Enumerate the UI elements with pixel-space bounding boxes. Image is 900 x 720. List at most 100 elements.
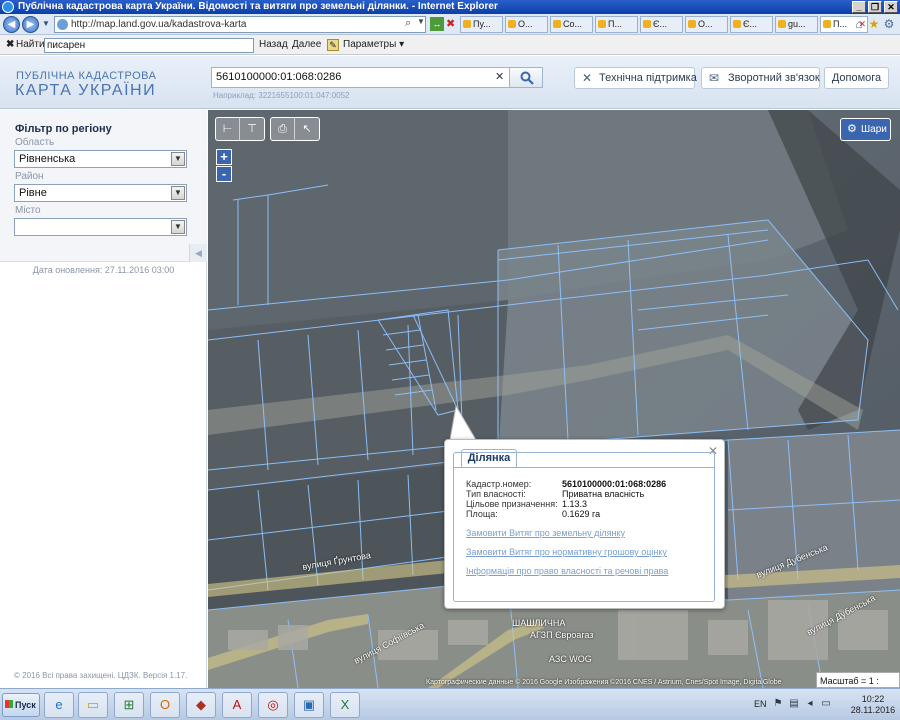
oblast-select[interactable]: Рівненська ▼ xyxy=(14,150,187,168)
order-valuation-extract-link[interactable]: Замовити Витяг про нормативну грошову оц… xyxy=(466,547,667,557)
ownership-info-link[interactable]: Інформація про право власності та речові… xyxy=(466,566,668,576)
clock[interactable]: 10:22 28.11.2016 xyxy=(848,694,898,716)
update-date: Дата оновлення: 27.11.2016 03:00 xyxy=(32,265,175,275)
url-dropdown-icon[interactable]: ▼ xyxy=(417,17,425,26)
find-bar: ✖ Найти: писарен Назад Далее ✎ Параметры… xyxy=(0,35,900,55)
gear-icon[interactable]: ⚙ xyxy=(882,17,896,31)
flag-icon[interactable]: ⚑ xyxy=(772,698,784,710)
find-prev-button[interactable]: Назад xyxy=(259,35,288,55)
archive-icon[interactable]: ◆ xyxy=(186,692,216,718)
chevron-down-icon[interactable]: ▼ xyxy=(171,186,185,200)
tools-icon: ✕ xyxy=(582,71,593,85)
map-viewport[interactable]: ⊢ ⊤ ⎙ ↖ + - ⚙ Шари вулиця Ґрунтова вулиц… xyxy=(208,110,900,688)
url-field[interactable]: http://map.land.gov.ua/kadastrova-karta xyxy=(54,16,426,33)
network-tray-icon[interactable]: ▤ xyxy=(788,698,800,710)
print-icon[interactable]: ⎙ xyxy=(271,118,295,140)
chevron-down-icon[interactable]: ▼ xyxy=(171,220,185,234)
close-window-button[interactable]: ✕ xyxy=(884,1,898,13)
find-label: Найти: xyxy=(16,39,48,50)
address-bar: ◀ ▶ ▼ http://map.land.gov.ua/kadastrova-… xyxy=(0,14,900,35)
stop-icon[interactable]: ✖ xyxy=(446,17,455,30)
popup-content: Кадастр.номер: 5610100000:01:068:0286 Ти… xyxy=(453,452,715,602)
window-titlebar: Публічна кадастрова карта України. Відом… xyxy=(0,0,900,14)
browser-tab[interactable]: Пу... xyxy=(460,16,503,33)
logo-line2[interactable]: КАРТА УКРАЇНИ xyxy=(15,82,156,100)
map-scale: Масштаб = 1 : 8531 xyxy=(816,672,900,688)
internet-explorer-icon[interactable]: e xyxy=(44,692,74,718)
area-label: Площа: xyxy=(466,509,498,519)
site-header: ПУБЛІЧНА КАДАСТРОВА КАРТА УКРАЇНИ 561010… xyxy=(0,56,900,109)
parcel-info-popup: ✕ Ділянка Кадастр.номер: 5610100000:01:0… xyxy=(444,439,725,609)
purpose-value: 1.13.3 xyxy=(562,499,588,509)
layers-button[interactable]: ⚙ Шари xyxy=(840,118,891,141)
network-icon[interactable]: ⊞ xyxy=(114,692,144,718)
search-icon xyxy=(520,71,534,85)
browser-tab[interactable]: П... xyxy=(595,16,638,33)
speaker-icon[interactable]: ◂ xyxy=(804,698,816,710)
office-icon[interactable]: O xyxy=(150,692,180,718)
minimize-button[interactable]: _ xyxy=(852,1,866,13)
language-indicator[interactable]: EN xyxy=(754,699,767,709)
help-button[interactable]: Допомога xyxy=(824,67,889,89)
measure-length-icon[interactable]: ⊢ xyxy=(216,118,240,140)
display-icon[interactable]: ▭ xyxy=(820,698,832,710)
browser-tab[interactable]: О... xyxy=(505,16,548,33)
opera-icon[interactable]: ◎ xyxy=(258,692,288,718)
find-options-button[interactable]: Параметры ▾ xyxy=(343,35,404,55)
technical-support-button[interactable]: ✕ Технічна підтримка xyxy=(574,67,697,89)
purpose-label: Цільове призначення: xyxy=(466,499,558,509)
system-tray: EN ⚑ ▤ ◂ ▭ 10:22 28.11.2016 xyxy=(748,693,900,717)
restore-button[interactable]: ❐ xyxy=(868,1,882,13)
identify-pointer-icon[interactable]: ↖ xyxy=(295,118,319,140)
favorites-icon[interactable]: ★ xyxy=(867,17,881,31)
area-value: 0.1629 га xyxy=(562,509,601,519)
misto-label: Місто xyxy=(15,205,41,216)
find-next-button[interactable]: Далее xyxy=(292,35,321,55)
copyright: © 2016 Всі права захищені. ЦДЗК. Версія … xyxy=(14,671,188,680)
sidebar: Фільтр по регіону Область Рівненська ▼ Р… xyxy=(0,110,207,688)
window-title: Публічна кадастрова карта України. Відом… xyxy=(18,1,498,12)
browser-tab[interactable]: Со... xyxy=(550,16,593,33)
history-dropdown-icon[interactable]: ▼ xyxy=(42,19,50,28)
poi-label: АГЗП Євроагаз xyxy=(530,630,594,640)
print-identify-tools: ⎙ ↖ xyxy=(270,117,320,141)
measure-area-icon[interactable]: ⊤ xyxy=(240,118,264,140)
clear-search-icon[interactable]: ✕ xyxy=(495,70,504,83)
rayon-select[interactable]: Рівне ▼ xyxy=(14,184,187,202)
region-filter-panel: Фільтр по регіону Область Рівненська ▼ Р… xyxy=(0,110,207,262)
forward-button[interactable]: ▶ xyxy=(22,16,39,33)
logo-line1[interactable]: ПУБЛІЧНА КАДАСТРОВА xyxy=(16,70,156,82)
browser-tab[interactable]: О... xyxy=(685,16,728,33)
ownership-type-value: Приватна власність xyxy=(562,489,645,499)
home-icon[interactable]: ⌂ xyxy=(852,17,866,31)
misto-select[interactable]: ▼ xyxy=(14,218,187,236)
window-controls: _ ❐ ✕ xyxy=(852,1,898,13)
collapse-sidebar-button[interactable]: ◀ xyxy=(189,244,207,262)
zoom-in-button[interactable]: + xyxy=(216,149,232,165)
poi-label: ШАШЛИЧНА xyxy=(512,618,566,628)
zoom-out-button[interactable]: - xyxy=(216,166,232,182)
feedback-button[interactable]: ✉ Зворотний зв'язок xyxy=(701,67,820,89)
compatibility-view-icon[interactable]: ↔ xyxy=(430,17,444,31)
pdf-reader-icon[interactable]: A xyxy=(222,692,252,718)
back-button[interactable]: ◀ xyxy=(3,16,20,33)
tab-strip: Пу... О... Со... П... Є... О... Є... gu.… xyxy=(460,16,868,33)
start-button[interactable]: Пуск xyxy=(2,693,40,717)
find-input[interactable]: писарен xyxy=(44,38,254,53)
oblast-label: Область xyxy=(15,137,55,148)
browser-tab[interactable]: gu... xyxy=(775,16,818,33)
order-parcel-extract-link[interactable]: Замовити Витяг про земельну ділянку xyxy=(466,528,625,538)
excel-icon[interactable]: X xyxy=(330,692,360,718)
browser-tab[interactable]: Є... xyxy=(640,16,683,33)
chevron-down-icon[interactable]: ▼ xyxy=(171,152,185,166)
cadastral-search-input[interactable]: 5610100000:01:068:0286 xyxy=(211,67,510,88)
ownership-type-label: Тип власності: xyxy=(466,489,526,499)
image-viewer-icon[interactable]: ▣ xyxy=(294,692,324,718)
search-button[interactable] xyxy=(510,67,543,88)
url-text: http://map.land.gov.ua/kadastrova-karta xyxy=(71,19,247,30)
highlight-icon[interactable]: ✎ xyxy=(327,39,339,51)
search-icon[interactable]: ⌕ xyxy=(405,17,411,30)
close-find-bar-icon[interactable]: ✖ xyxy=(6,35,14,55)
folder-icon[interactable]: ▭ xyxy=(78,692,108,718)
browser-tab[interactable]: Є... xyxy=(730,16,773,33)
